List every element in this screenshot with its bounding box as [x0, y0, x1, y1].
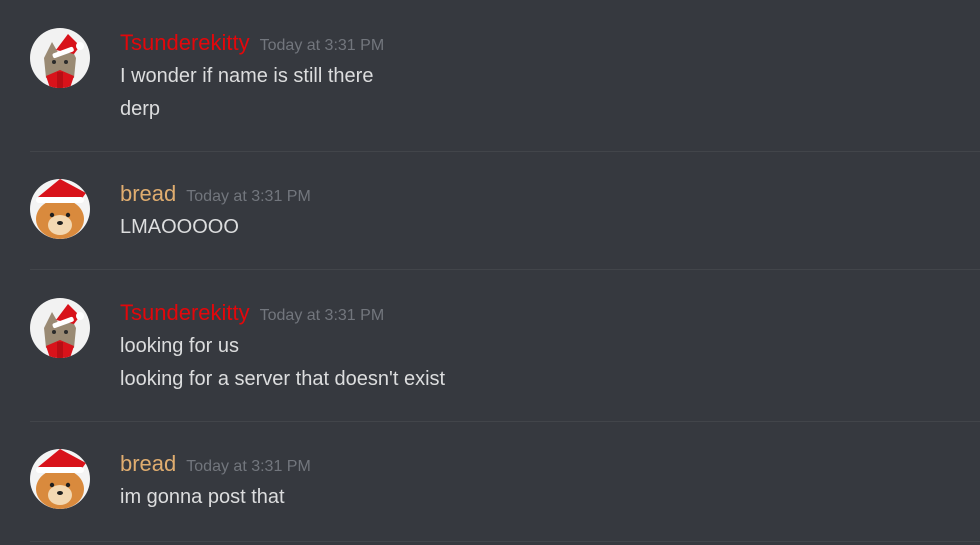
kitty-santa-icon [30, 298, 90, 358]
user-avatar-tsunderekitty[interactable] [30, 28, 90, 88]
message-divider [30, 151, 980, 152]
message-line: looking for us [120, 335, 239, 357]
user-avatar-bread[interactable] [30, 179, 90, 239]
message-line: looking for a server that doesn't exist [120, 368, 446, 390]
kitty-santa-icon [30, 28, 90, 88]
username[interactable]: bread [120, 451, 176, 476]
username[interactable]: Tsunderekitty [120, 30, 250, 55]
message-content: I wonder if name is still there derp [120, 60, 373, 126]
message-divider [30, 421, 980, 422]
message-header: Tsunderekitty Today at 3:31 PM [120, 298, 384, 328]
message-divider [30, 269, 980, 270]
shiba-santa-icon [30, 449, 90, 509]
username[interactable]: bread [120, 181, 176, 206]
message-line: I wonder if name is still there [120, 65, 374, 87]
message-content: looking for us looking for a server that… [120, 330, 445, 396]
user-avatar-tsunderekitty[interactable] [30, 298, 90, 358]
message-content: im gonna post that [120, 481, 285, 514]
message-line: LMAOOOOO [120, 216, 239, 238]
message-header: Tsunderekitty Today at 3:31 PM [120, 28, 384, 58]
message-content: LMAOOOOO [120, 211, 239, 244]
timestamp: Today at 3:31 PM [259, 307, 385, 324]
message-header: bread Today at 3:31 PM [120, 449, 311, 479]
user-avatar-bread[interactable] [30, 449, 90, 509]
timestamp: Today at 3:31 PM [186, 188, 311, 205]
message-header: bread Today at 3:31 PM [120, 179, 311, 209]
username[interactable]: Tsunderekitty [120, 300, 250, 325]
message-divider [30, 541, 980, 542]
chat-message-list: Tsunderekitty Today at 3:31 PM I wonder i… [0, 0, 980, 545]
message-line: im gonna post that [120, 486, 285, 508]
timestamp: Today at 3:31 PM [186, 458, 311, 475]
message-line: derp [120, 98, 161, 120]
shiba-santa-icon [30, 179, 90, 239]
timestamp: Today at 3:31 PM [259, 37, 385, 54]
